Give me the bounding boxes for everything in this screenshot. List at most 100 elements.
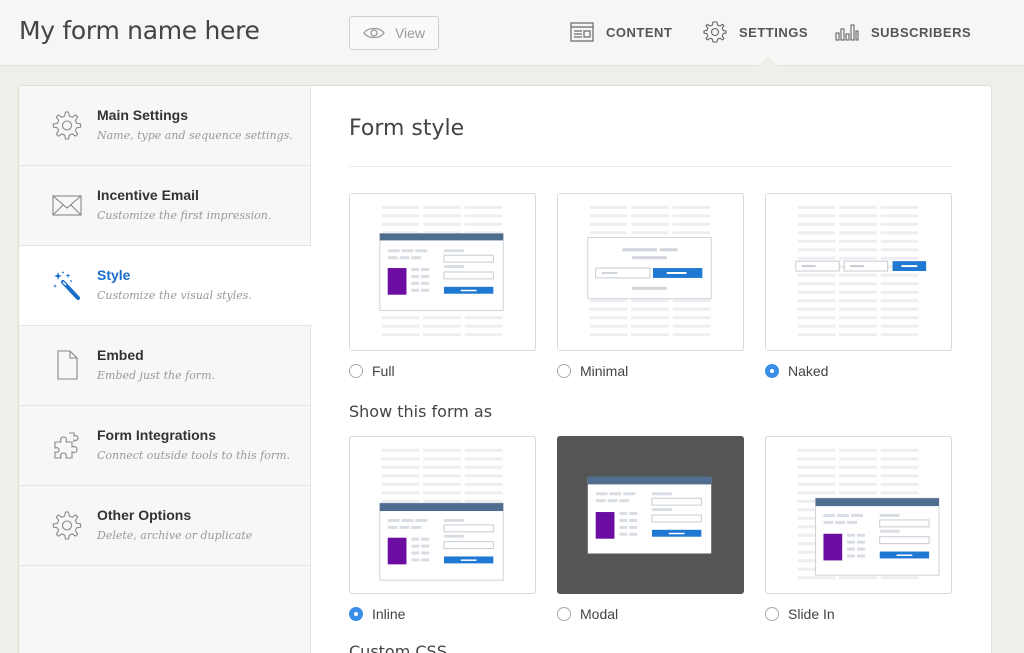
placeholder-line <box>672 214 711 218</box>
placeholder-line <box>839 214 877 218</box>
placeholder-line <box>589 214 628 218</box>
placeholder-line <box>880 333 919 337</box>
placeholder-line <box>631 299 669 303</box>
form-style-minimal-preview[interactable] <box>557 193 744 351</box>
show-as-modal-preview[interactable] <box>557 436 744 594</box>
placeholder-line <box>839 273 877 277</box>
placeholder-line <box>839 316 877 320</box>
placeholder-line <box>631 222 669 226</box>
placeholder-line <box>797 205 836 209</box>
placeholder-line <box>423 448 461 452</box>
placeholder-line <box>797 307 836 311</box>
placeholder-line <box>672 222 711 226</box>
view-button[interactable]: View <box>349 16 439 50</box>
placeholder-line <box>423 214 461 218</box>
show-as-modal-option[interactable]: Modal <box>557 606 618 622</box>
placeholder-line <box>589 324 628 328</box>
option-label: Minimal <box>580 363 629 379</box>
placeholder-line <box>381 457 420 461</box>
minimal-style-thumbnail <box>587 205 712 337</box>
form-style-full-preview[interactable] <box>349 193 536 351</box>
content-icon <box>570 22 594 42</box>
placeholder-line <box>839 299 877 303</box>
sidebar-item-desc: Embed just the form. <box>97 369 215 382</box>
placeholder-line <box>631 205 669 209</box>
placeholder-line <box>797 457 836 461</box>
placeholder-line <box>839 324 877 328</box>
placeholder-line <box>839 282 877 286</box>
tab-content-label: CONTENT <box>606 24 673 40</box>
placeholder-line <box>797 465 836 469</box>
form-name-title[interactable]: My form name here <box>19 16 260 45</box>
placeholder-line <box>464 205 503 209</box>
sidebar-item-title: Incentive Email <box>97 187 199 203</box>
placeholder-line <box>839 576 877 580</box>
show-as-inline-option[interactable]: Inline <box>349 606 405 622</box>
tab-settings[interactable]: SETTINGS <box>703 20 808 44</box>
sidebar-item-desc: Customize the visual styles. <box>97 289 252 302</box>
placeholder-line <box>797 256 836 260</box>
placeholder-line <box>880 239 919 243</box>
sidebar-item-title: Main Settings <box>97 107 189 123</box>
placeholder-line <box>880 248 919 252</box>
placeholder-line <box>589 316 628 320</box>
placeholder-line <box>797 333 836 337</box>
sidebar-item-style[interactable]: Style Customize the visual styles. <box>19 246 311 326</box>
tab-settings-label: SETTINGS <box>739 24 809 40</box>
placeholder-line <box>464 499 503 503</box>
sidebar-item-desc: Connect outside tools to this form. <box>97 449 291 462</box>
tab-subscribers[interactable]: SUBSCRIBERS <box>835 20 971 44</box>
radio-naked[interactable] <box>765 364 779 378</box>
form-style-naked-option[interactable]: Naked <box>765 363 828 379</box>
placeholder-line <box>880 457 919 461</box>
placeholder-line <box>423 205 461 209</box>
radio-full[interactable] <box>349 364 363 378</box>
sidebar-item-main-settings[interactable]: Main Settings Name, type and sequence se… <box>19 86 310 166</box>
form-style-naked-preview[interactable] <box>765 193 952 351</box>
radio-inline[interactable] <box>349 607 363 621</box>
show-as-slide-in-option[interactable]: Slide In <box>765 606 835 622</box>
sidebar-item-embed[interactable]: Embed Embed just the form. <box>19 326 310 406</box>
placeholder-line <box>880 290 919 294</box>
placeholder-line <box>839 248 877 252</box>
placeholder-line <box>631 307 669 311</box>
sidebar-item-incentive-email[interactable]: Incentive Email Customize the first impr… <box>19 166 310 246</box>
active-tab-indicator <box>758 56 778 66</box>
placeholder-line <box>423 324 461 328</box>
placeholder-line <box>423 316 461 320</box>
placeholder-line <box>797 491 836 495</box>
placeholder-line <box>464 474 503 478</box>
sidebar-item-form-integrations[interactable]: Form Integrations Connect outside tools … <box>19 406 310 486</box>
placeholder-line <box>839 333 877 337</box>
placeholder-line <box>464 214 503 218</box>
slide-in-thumbnail <box>797 448 940 580</box>
form-style-full-option[interactable]: Full <box>349 363 395 379</box>
gear-icon <box>52 511 82 540</box>
radio-minimal[interactable] <box>557 364 571 378</box>
placeholder-line <box>839 457 877 461</box>
sidebar-item-other-options[interactable]: Other Options Delete, archive or duplica… <box>19 486 310 566</box>
tab-content[interactable]: CONTENT <box>570 20 672 44</box>
placeholder-line <box>880 299 919 303</box>
placeholder-line <box>880 231 919 235</box>
placeholder-line <box>631 214 669 218</box>
placeholder-line <box>381 499 420 503</box>
placeholder-line <box>589 299 628 303</box>
placeholder-line <box>839 256 877 260</box>
placeholder-line <box>797 316 836 320</box>
top-bar: My form name here View CONTENT SETTINGS <box>0 0 1024 66</box>
radio-slide-in[interactable] <box>765 607 779 621</box>
inline-thumbnail <box>379 448 504 581</box>
placeholder-line <box>880 282 919 286</box>
placeholder-line <box>839 491 877 495</box>
show-as-inline-preview[interactable] <box>349 436 536 594</box>
show-as-slide-in-preview[interactable] <box>765 436 952 594</box>
option-label: Inline <box>372 606 406 622</box>
form-style-minimal-option[interactable]: Minimal <box>557 363 628 379</box>
placeholder-line <box>797 214 836 218</box>
radio-modal[interactable] <box>557 607 571 621</box>
gear-icon <box>703 21 727 43</box>
placeholder-line <box>797 290 836 294</box>
option-label: Naked <box>788 363 829 379</box>
placeholder-line <box>839 222 877 226</box>
